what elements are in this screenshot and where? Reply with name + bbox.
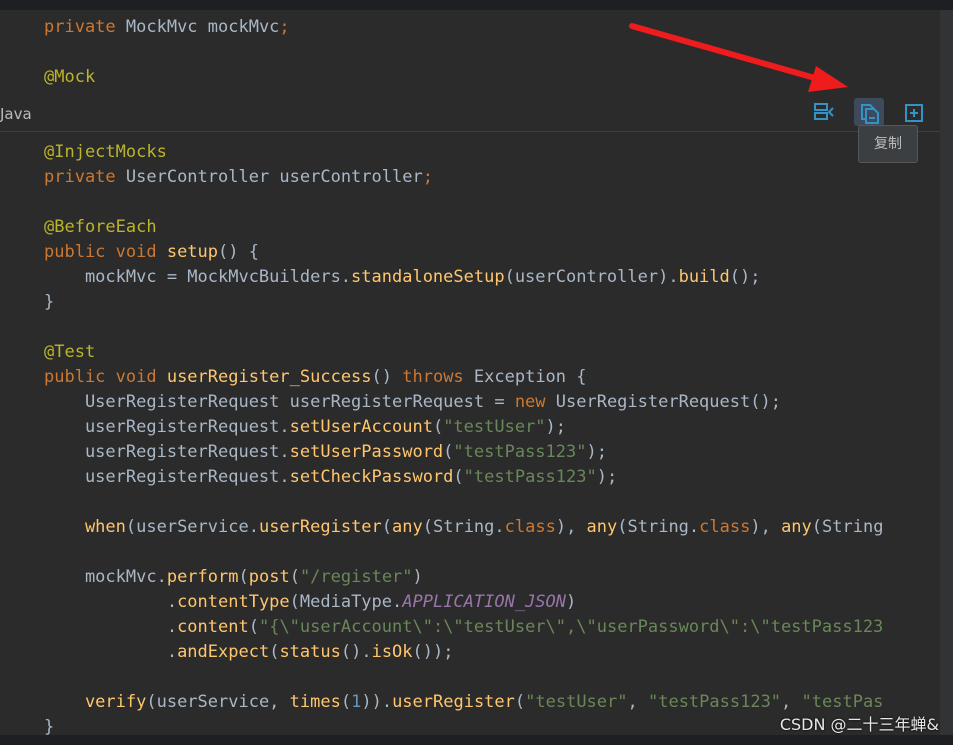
red-arrow-annotation	[629, 23, 848, 92]
csdn-watermark: CSDN @二十三年蝉&	[779, 715, 939, 734]
